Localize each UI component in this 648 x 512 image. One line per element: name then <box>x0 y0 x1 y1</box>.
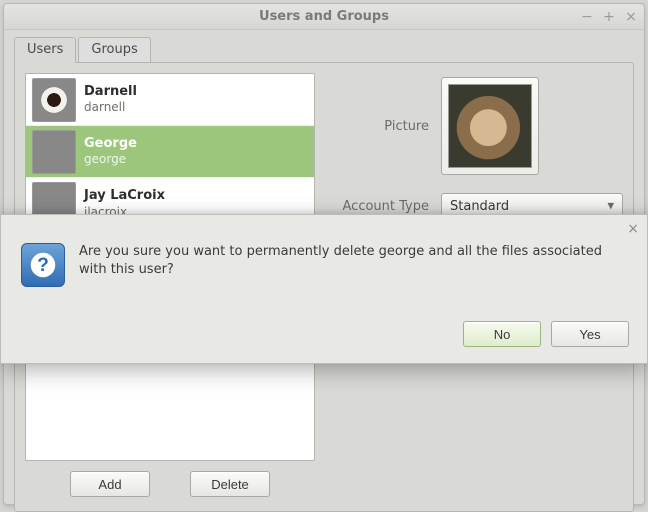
tab-groups-label: Groups <box>91 42 137 57</box>
window-buttons: − + × <box>580 4 638 30</box>
avatar <box>32 78 76 122</box>
delete-button-label: Delete <box>211 477 249 492</box>
yes-button[interactable]: Yes <box>551 321 629 347</box>
yes-button-label: Yes <box>579 327 600 342</box>
picture-label: Picture <box>331 119 441 134</box>
account-type-label: Account Type <box>331 199 441 214</box>
chevron-down-icon: ▾ <box>607 199 614 214</box>
minimize-icon[interactable]: − <box>580 9 594 25</box>
tab-groups[interactable]: Groups <box>78 37 150 62</box>
list-item[interactable]: George george <box>26 126 314 178</box>
confirm-delete-dialog: × ? Are you sure you want to permanently… <box>0 214 648 364</box>
add-button[interactable]: Add <box>70 471 150 497</box>
question-icon: ? <box>21 243 65 287</box>
tab-strip: Users Groups <box>14 36 634 62</box>
svg-text:?: ? <box>37 255 49 276</box>
list-item[interactable]: Darnell darnell <box>26 74 314 126</box>
titlebar[interactable]: Users and Groups − + × <box>4 4 644 30</box>
window-title: Users and Groups <box>259 9 389 24</box>
list-item-names: Darnell darnell <box>84 84 137 115</box>
list-buttons: Add Delete <box>25 471 315 497</box>
close-icon[interactable]: × <box>624 9 638 25</box>
list-item-fullname: Jay LaCroix <box>84 188 165 204</box>
maximize-icon[interactable]: + <box>602 9 616 25</box>
no-button[interactable]: No <box>463 321 541 347</box>
delete-button[interactable]: Delete <box>190 471 270 497</box>
picture-button[interactable] <box>441 77 539 175</box>
dialog-body: ? Are you sure you want to permanently d… <box>1 215 647 287</box>
list-item-username: darnell <box>84 100 137 115</box>
list-item-username: george <box>84 152 137 167</box>
close-icon[interactable]: × <box>627 221 639 237</box>
account-type-value: Standard <box>450 199 509 214</box>
avatar <box>32 130 76 174</box>
picture-row: Picture <box>331 77 623 175</box>
picture-image <box>448 84 532 168</box>
no-button-label: No <box>494 327 511 342</box>
tab-users-label: Users <box>27 42 63 57</box>
add-button-label: Add <box>98 477 121 492</box>
list-item-names: George george <box>84 136 137 167</box>
tab-users[interactable]: Users <box>14 37 76 63</box>
dialog-message: Are you sure you want to permanently del… <box>79 243 623 287</box>
dialog-buttons: No Yes <box>463 321 629 347</box>
list-item-fullname: George <box>84 136 137 152</box>
list-item-fullname: Darnell <box>84 84 137 100</box>
